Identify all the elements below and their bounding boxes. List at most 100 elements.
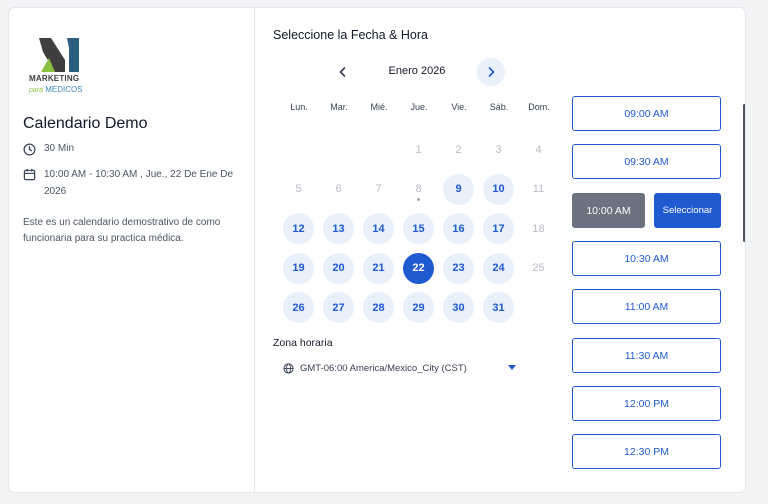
day-number: 31 (492, 301, 505, 314)
calendar-day[interactable]: 14 (363, 213, 394, 244)
day-number: 30 (452, 301, 465, 314)
calendar-icon (23, 168, 36, 181)
select-time-button[interactable]: Seleccionar (654, 193, 721, 228)
calendar-day[interactable]: 9 (443, 173, 474, 205)
calendar-day: 8 (403, 174, 434, 205)
event-description: Este es un calendario demostrativo de co… (23, 217, 221, 244)
calendar-day[interactable]: 19 (283, 252, 314, 284)
time-slot-label: 12:00 PM (624, 397, 669, 410)
day-number: 3 (495, 143, 502, 156)
day-number: 15 (412, 222, 425, 235)
weekday-label: Sáb. (489, 102, 509, 112)
calendar-day[interactable]: 16 (443, 213, 474, 244)
globe-icon (283, 362, 294, 374)
clock-icon (23, 143, 36, 156)
calendar-day[interactable]: 28 (363, 292, 394, 323)
day-number: 24 (492, 262, 505, 274)
timezone-value: GMT-06:00 America/Mexico_City (CST) (300, 362, 467, 374)
day-number: 18 (532, 222, 545, 235)
timezone-select[interactable]: GMT-06:00 America/Mexico_City (CST) (283, 360, 523, 376)
time-slot-list: 09:00 AM 09:30 AM 10:00 AM Seleccionar 10:30… (572, 96, 745, 492)
time-slot-label: 09:30 AM (624, 155, 669, 168)
calendar-day[interactable]: 17 (483, 213, 514, 244)
weekday-label: Vie. (451, 102, 467, 112)
calendar-day[interactable]: 29 (403, 292, 434, 323)
month-navigation: Enero 2026 (329, 58, 505, 86)
day-number: 25 (532, 262, 545, 274)
time-slot[interactable]: 09:30 AM (572, 144, 721, 179)
event-duration: 30 Min (23, 143, 74, 156)
chevron-left-icon (339, 67, 346, 77)
slot-scrollbar[interactable] (742, 96, 745, 492)
day-number: 5 (295, 183, 302, 195)
day-number: 28 (372, 301, 385, 314)
scrollbar-thumb[interactable] (743, 104, 745, 242)
day-number: 17 (492, 222, 505, 235)
time-slot[interactable]: 12:30 PM (572, 434, 721, 469)
calendar-day[interactable]: 13 (323, 213, 354, 244)
weekday-label: Jue. (410, 102, 428, 112)
time-slot-label: 11:30 AM (624, 349, 669, 362)
time-slot[interactable]: 10:30 AM (572, 241, 721, 276)
calendar-day: 11 (523, 174, 554, 205)
calendar-day[interactable]: 21 (363, 252, 394, 284)
day-number: 22 (412, 262, 425, 274)
calendar-day[interactable]: 27 (323, 292, 354, 323)
event-datetime: 10:00 AM - 10:30 AM , Jue., 22 De Ene De… (23, 166, 233, 200)
picker-heading: Seleccione la Fecha & Hora (273, 28, 428, 42)
calendar-day-selected[interactable]: 22 (403, 252, 434, 284)
brand-logo: MARKETING para MEDICOS (29, 38, 99, 100)
day-number: 10 (492, 183, 505, 195)
day-number: 13 (332, 222, 345, 235)
time-slot-label: 12:30 PM (624, 445, 669, 458)
timezone-label: Zona horaria (273, 337, 333, 349)
time-slot-label: 10:30 AM (624, 252, 669, 265)
time-slot[interactable]: 11:30 AM (572, 338, 721, 373)
calendar-day[interactable]: 31 (483, 292, 514, 323)
calendar-day[interactable]: 24 (483, 252, 514, 284)
day-number: 21 (372, 262, 385, 274)
logo-wordmark: MARKETING (29, 74, 80, 83)
time-slot-label: 11:00 AM (624, 300, 669, 313)
next-month-button[interactable] (477, 58, 505, 86)
day-number: 29 (412, 301, 425, 314)
time-slot[interactable]: 11:00 AM (572, 289, 721, 324)
month-label: Enero 2026 (388, 65, 446, 77)
calendar-day: 4 (523, 134, 554, 165)
calendar-day[interactable]: 10 (483, 173, 514, 205)
calendar-day: 2 (443, 134, 474, 165)
time-slot[interactable]: 12:00 PM (572, 386, 721, 421)
logo-mark-icon (39, 38, 79, 72)
duration-text: 30 Min (44, 143, 75, 154)
event-info-panel: MARKETING para MEDICOS Calendario Demo 3… (9, 8, 255, 492)
time-slot[interactable]: 09:00 AM (572, 96, 721, 131)
calendar-day[interactable]: 23 (443, 252, 474, 284)
day-number: 26 (292, 301, 305, 314)
day-number: 1 (415, 143, 422, 156)
day-number: 14 (372, 222, 385, 235)
datetime-text: 10:00 AM - 10:30 AM , Jue., 22 De Ene De… (44, 169, 233, 197)
prev-month-button[interactable] (329, 58, 357, 86)
day-number: 20 (332, 262, 345, 274)
calendar-day: 5 (283, 174, 314, 205)
calendar-day[interactable]: 30 (443, 292, 474, 323)
calendar-day[interactable]: 26 (283, 292, 314, 323)
day-number: 7 (375, 183, 382, 195)
event-title: Calendario Demo (23, 115, 148, 132)
day-number: 8 (415, 183, 422, 195)
calendar-day: 1 (403, 134, 434, 165)
day-number: 27 (332, 301, 345, 314)
weekday-label: Mié. (370, 102, 388, 112)
booking-card: MARKETING para MEDICOS Calendario Demo 3… (8, 7, 746, 493)
calendar-day: 7 (363, 174, 394, 205)
calendar-day[interactable]: 15 (403, 213, 434, 244)
calendar-day: 6 (323, 174, 354, 205)
calendar-day[interactable]: 20 (323, 252, 354, 284)
day-number: 4 (535, 143, 542, 156)
time-slot-label: 09:00 AM (624, 107, 669, 120)
calendar-day[interactable]: 12 (283, 213, 314, 244)
day-number: 23 (452, 262, 465, 274)
calendar-day: 18 (523, 213, 554, 244)
time-slot-selected[interactable]: 10:00 AM (572, 193, 645, 228)
day-number: 11 (532, 183, 545, 195)
